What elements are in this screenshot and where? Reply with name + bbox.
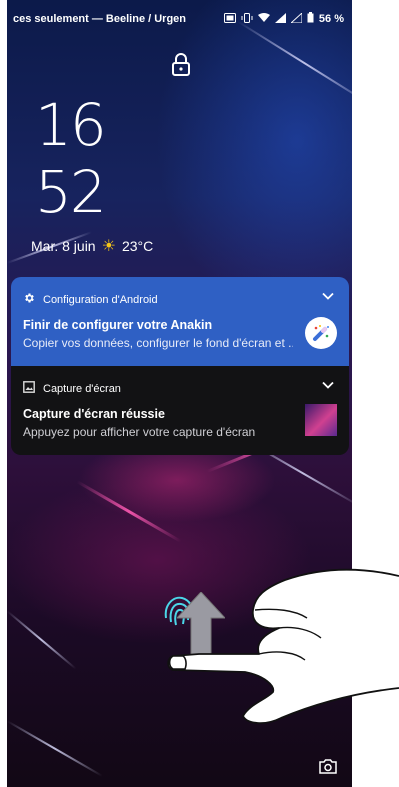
lock-icon[interactable] — [171, 53, 191, 77]
hand-swipe-up-illustration — [155, 568, 399, 728]
clock-minutes: 52 — [35, 158, 107, 226]
notification-title: Finir de configurer votre Anakin — [23, 318, 213, 332]
temperature-text: 23°C — [121, 238, 154, 254]
notification-app-name: Configuration d'Android — [43, 293, 158, 306]
vibrate-icon — [241, 12, 253, 26]
notification-title: Capture d'écran réussie — [23, 407, 165, 421]
battery-percent: 56 % — [318, 13, 344, 25]
chevron-down-icon[interactable] — [321, 378, 335, 392]
clock-hours: 16 — [35, 91, 107, 159]
signal-icon — [274, 12, 286, 26]
battery-icon — [307, 12, 314, 26]
wallpaper-streak — [7, 610, 77, 670]
date-weather: Mar. 8 juin ☀ 23°C — [31, 236, 153, 256]
camera-icon[interactable] — [319, 758, 337, 774]
carrier-text: ces seulement — Beeline / Urgen — [13, 13, 187, 25]
notification-header: Configuration d'Android — [23, 292, 158, 307]
notification-text: Appuyez pour afficher votre capture d'éc… — [23, 425, 256, 439]
wallpaper-streak — [76, 480, 182, 543]
notification-text: Copier vos données, configurer le fond d… — [23, 336, 293, 350]
sun-icon: ☀ — [101, 238, 116, 255]
image-icon — [23, 381, 35, 396]
wallpaper-streak — [7, 720, 103, 777]
notification-screenshot[interactable]: Capture d'écran Capture d'écran réussie … — [11, 366, 349, 455]
screenshot-thumbnail — [305, 404, 337, 436]
status-icons: 56 % — [223, 11, 344, 26]
notification-list: Configuration d'Android Finir de configu… — [11, 277, 349, 455]
screenshot-icon — [223, 12, 236, 26]
notification-android-setup[interactable]: Configuration d'Android Finir de configu… — [11, 277, 349, 366]
notification-app-name: Capture d'écran — [43, 382, 121, 395]
magic-wand-icon — [305, 317, 337, 349]
signal-icon — [289, 11, 303, 26]
gear-icon — [23, 292, 35, 307]
wifi-icon — [257, 12, 270, 26]
date-text: Mar. 8 juin — [31, 238, 96, 254]
notification-header: Capture d'écran — [23, 381, 121, 396]
status-bar: ces seulement — Beeline / Urgen 56 % — [7, 0, 352, 34]
chevron-down-icon[interactable] — [321, 289, 335, 303]
